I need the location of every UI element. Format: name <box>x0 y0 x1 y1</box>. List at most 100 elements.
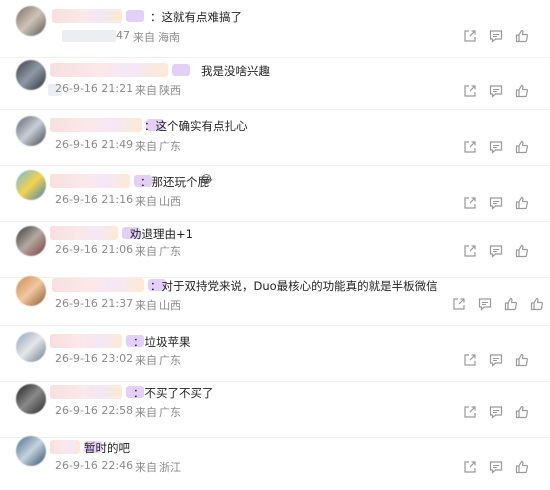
region: 陕西 <box>159 84 181 97</box>
timestamp: 47 <box>116 29 130 42</box>
comment-icon[interactable] <box>489 29 503 43</box>
like-icon-extra[interactable] <box>530 297 544 311</box>
comment-icon[interactable] <box>489 244 503 258</box>
like-icon[interactable] <box>515 84 529 98</box>
comment-actions <box>463 353 529 367</box>
share-icon[interactable] <box>463 140 477 154</box>
comment-item: ：这就有点难搞了 47 来自 海南 <box>0 0 550 58</box>
comment-text: 暂时的吧 <box>84 441 130 455</box>
like-icon[interactable] <box>515 29 529 43</box>
avatar[interactable] <box>16 276 46 306</box>
avatar[interactable] <box>16 116 46 146</box>
like-icon[interactable] <box>504 297 518 311</box>
comment-actions <box>463 29 529 43</box>
comment-text: ：对于双持党来说，Duo最核心的功能真的就是半板微信 <box>150 279 438 293</box>
avatar[interactable] <box>16 170 46 200</box>
like-icon[interactable] <box>515 460 529 474</box>
like-icon[interactable] <box>515 196 529 210</box>
region: 广东 <box>159 140 181 153</box>
comment-icon[interactable] <box>489 140 503 154</box>
region: 海南 <box>158 31 180 44</box>
comment-item: ：那还玩个屁 😂 26-9-16 21:16 来自 山西 <box>0 164 550 222</box>
share-icon[interactable] <box>463 405 477 419</box>
comment-icon[interactable] <box>478 297 492 311</box>
region: 广东 <box>159 406 181 419</box>
like-icon[interactable] <box>515 244 529 258</box>
username[interactable] <box>50 334 144 348</box>
comment-text: ：这个确实有点扎心 <box>144 119 248 133</box>
emoji-icon: 😂 <box>200 173 213 186</box>
from-label: 来自 <box>135 299 157 312</box>
comment-text: ：那还玩个屁 <box>140 175 209 189</box>
from-label: 来自 <box>135 354 157 367</box>
share-icon[interactable] <box>463 460 477 474</box>
share-icon[interactable] <box>463 84 477 98</box>
comment-item: 我是没啥兴趣 26-9-16 21:21 来自 陕西 <box>0 52 550 110</box>
region: 广东 <box>159 354 181 367</box>
region: 山西 <box>159 299 181 312</box>
from-label: 来自 <box>135 461 157 474</box>
avatar[interactable] <box>16 436 46 466</box>
timestamp: 26-9-16 21:21 <box>55 82 134 95</box>
username[interactable] <box>50 63 190 77</box>
from-label: 来自 <box>135 84 157 97</box>
timestamp: 26-9-16 21:49 <box>55 138 134 151</box>
comment-actions <box>463 244 529 258</box>
timestamp: 26-9-16 23:02 <box>55 352 134 365</box>
comment-icon[interactable] <box>489 353 503 367</box>
comment-text: ：不买了不买了 <box>133 386 214 400</box>
username[interactable] <box>50 226 140 240</box>
username[interactable] <box>50 440 102 454</box>
comment-icon[interactable] <box>489 84 503 98</box>
region: 浙江 <box>159 461 181 474</box>
timestamp: 26-9-16 22:46 <box>55 459 134 472</box>
share-icon[interactable] <box>452 297 466 311</box>
comment-icon[interactable] <box>489 196 503 210</box>
like-icon[interactable] <box>515 353 529 367</box>
region: 山西 <box>159 195 181 208</box>
timestamp: 26-9-16 21:06 <box>55 243 134 256</box>
comment-text: 我是没啥兴趣 <box>201 64 270 78</box>
from-label: 来自 <box>135 140 157 153</box>
comment-actions <box>463 140 529 154</box>
timestamp-redacted <box>62 30 116 42</box>
comment-actions <box>452 297 544 311</box>
comment-actions <box>463 196 529 210</box>
avatar[interactable] <box>16 384 46 414</box>
from-label: 来自 <box>135 406 157 419</box>
avatar[interactable] <box>16 332 46 362</box>
share-icon[interactable] <box>463 29 477 43</box>
comment-actions <box>463 84 529 98</box>
comment-item: ：这个确实有点扎心 26-9-16 21:49 来自 广东 <box>0 108 550 166</box>
comment-text: ：垃圾苹果 <box>133 335 191 349</box>
like-icon[interactable] <box>515 140 529 154</box>
comment-actions <box>463 460 529 474</box>
share-icon[interactable] <box>463 244 477 258</box>
avatar[interactable] <box>16 60 46 90</box>
comment-item: ：对于双持党来说，Duo最核心的功能真的就是半板微信 26-9-16 21:37… <box>0 268 550 326</box>
comment-item: ：垃圾苹果 26-9-16 23:02 来自 广东 <box>0 324 550 382</box>
comment-item: ：不买了不买了 26-9-16 22:58 来自 广东 <box>0 380 550 438</box>
username[interactable] <box>50 385 144 399</box>
timestamp: 26-9-16 21:16 <box>55 193 134 206</box>
from-label: 来自 <box>133 31 155 44</box>
from-label: 来自 <box>135 245 157 258</box>
timestamp: 26-9-16 22:58 <box>55 404 134 417</box>
from-label: 来自 <box>135 195 157 208</box>
share-icon[interactable] <box>463 196 477 210</box>
like-icon[interactable] <box>515 405 529 419</box>
username[interactable] <box>52 9 144 23</box>
comment-text: 劝退理由+1 <box>130 227 193 241</box>
region: 广东 <box>159 245 181 258</box>
comment-actions <box>463 405 529 419</box>
username[interactable] <box>50 118 164 132</box>
comment-icon[interactable] <box>489 405 503 419</box>
avatar[interactable] <box>16 226 46 256</box>
comment-item: 暂时的吧 26-9-16 22:46 来自 浙江 <box>0 432 550 490</box>
avatar[interactable] <box>16 6 46 36</box>
comment-icon[interactable] <box>489 460 503 474</box>
timestamp: 26-9-16 21:37 <box>55 297 134 310</box>
username[interactable] <box>50 174 152 188</box>
username[interactable] <box>52 278 166 292</box>
share-icon[interactable] <box>463 353 477 367</box>
